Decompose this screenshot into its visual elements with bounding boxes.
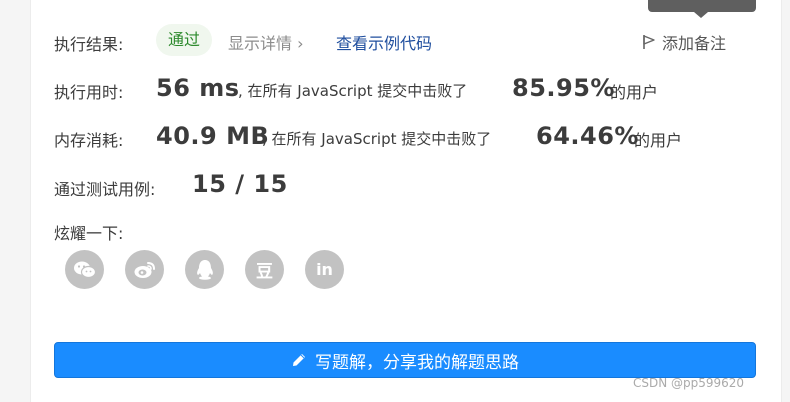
qq-icon	[196, 259, 213, 280]
tests-value: 15 / 15	[192, 170, 288, 198]
runtime-percent: 85.95%	[512, 74, 615, 102]
show-details-link[interactable]: 显示详情 ›	[228, 30, 304, 54]
add-note-label: 添加备注	[662, 34, 727, 53]
share-buttons: 豆 in	[65, 250, 344, 289]
memory-value: 40.9 MB	[156, 122, 270, 150]
memory-percent: 64.46%	[536, 122, 639, 150]
linkedin-icon: in	[316, 260, 333, 279]
memory-suffix: 的用户	[634, 131, 683, 150]
pencil-icon	[293, 354, 305, 366]
share-label: 炫耀一下:	[54, 224, 124, 243]
view-example-code-link[interactable]: 查看示例代码	[336, 30, 432, 54]
tooltip	[648, 0, 756, 18]
result-label: 执行结果:	[54, 35, 124, 54]
runtime-value: 56 ms	[156, 74, 240, 102]
douban-share-button[interactable]: 豆	[245, 250, 284, 289]
qq-share-button[interactable]	[185, 250, 224, 289]
douban-icon: 豆	[256, 262, 273, 282]
write-solution-label: 写题解，分享我的解题思路	[315, 352, 519, 373]
memory-label: 内存消耗:	[54, 131, 124, 150]
memory-beat-text: , 在所有 JavaScript 提交中击败了	[262, 130, 492, 148]
flag-icon	[643, 35, 655, 49]
add-note-button[interactable]: 添加备注	[642, 30, 726, 54]
runtime-label: 执行用时:	[54, 83, 124, 102]
linkedin-share-button[interactable]: in	[305, 250, 344, 289]
tests-label: 通过测试用例:	[54, 180, 156, 199]
runtime-beat-text: , 在所有 JavaScript 提交中击败了	[238, 82, 468, 100]
status-badge: 通过	[156, 24, 213, 56]
wechat-share-button[interactable]	[65, 250, 104, 289]
weibo-share-button[interactable]	[125, 250, 164, 289]
watermark: CSDN @pp599620	[633, 376, 745, 390]
wechat-icon	[73, 261, 96, 278]
write-solution-button[interactable]: 写题解，分享我的解题思路	[54, 342, 756, 378]
weibo-icon	[134, 261, 155, 278]
runtime-suffix: 的用户	[610, 83, 659, 102]
